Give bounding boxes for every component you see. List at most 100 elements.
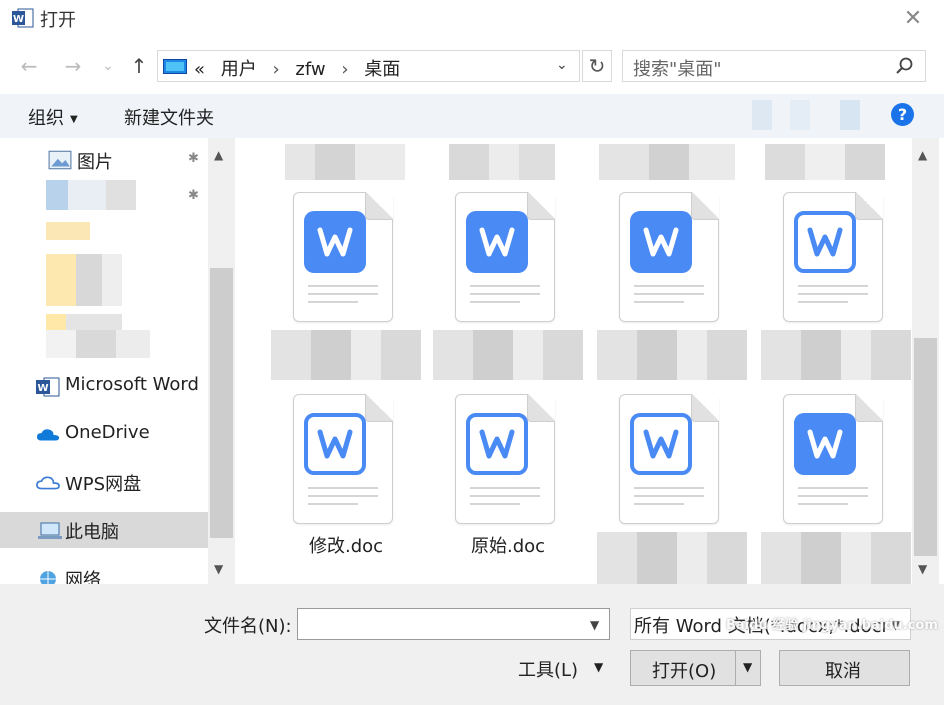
- file-item[interactable]: [761, 394, 912, 584]
- file-item[interactable]: [433, 192, 593, 382]
- breadcrumb-overflow[interactable]: «: [194, 59, 205, 80]
- doc-text-line: [470, 503, 520, 505]
- address-bar[interactable]: « 用户 › zfw › 桌面: [157, 50, 580, 82]
- content-scrollbar[interactable]: ▲ ▼: [912, 138, 939, 584]
- back-button[interactable]: ←: [16, 52, 42, 80]
- doc-text-line: [634, 285, 704, 287]
- open-button[interactable]: 打开(O) ▼: [630, 650, 761, 686]
- doc-text-line: [798, 285, 868, 287]
- computer-icon: [38, 522, 62, 539]
- chevron-down-icon[interactable]: ▼: [590, 618, 599, 632]
- sidebar-item-network[interactable]: 网络: [0, 560, 208, 584]
- search-box[interactable]: 搜索"桌面": [622, 50, 926, 82]
- sidebar-scroll-thumb[interactable]: [210, 268, 233, 538]
- word-icon: W: [36, 377, 60, 397]
- scroll-up-icon[interactable]: ▲: [918, 148, 927, 162]
- file-item[interactable]: 原始.doc: [433, 394, 593, 584]
- open-button-label: 打开(O): [652, 661, 717, 682]
- scroll-down-icon[interactable]: ▼: [918, 562, 927, 576]
- redacted-file-name: [597, 532, 747, 584]
- navigation-pane: 图片 ✱ ✱ W Microsoft Word OneDrive WPS网盘 此…: [0, 138, 235, 584]
- redacted-file-name: [761, 330, 911, 380]
- redacted-file-label[interactable]: [449, 144, 555, 180]
- search-placeholder: 搜索"桌面": [633, 59, 722, 80]
- file-item[interactable]: [597, 394, 757, 584]
- redacted-item[interactable]: [46, 180, 136, 210]
- doc-text-line: [634, 293, 704, 295]
- breadcrumb-item-desktop[interactable]: 桌面: [364, 59, 400, 80]
- page-fold: [365, 394, 393, 422]
- redacted-file-label[interactable]: [285, 144, 405, 180]
- sidebar-item-this-pc[interactable]: 此电脑: [0, 512, 208, 548]
- new-folder-button[interactable]: 新建文件夹: [124, 104, 214, 130]
- breadcrumb-separator[interactable]: ›: [272, 59, 279, 80]
- doc-text-line: [308, 301, 358, 303]
- cancel-button[interactable]: 取消: [779, 650, 910, 686]
- up-button[interactable]: ↑: [126, 52, 152, 80]
- breadcrumb-separator[interactable]: ›: [341, 59, 348, 80]
- sidebar-item-label: 此电脑: [65, 522, 119, 543]
- filename-input[interactable]: ▼: [297, 608, 610, 640]
- doc-text-line: [634, 487, 704, 489]
- scroll-up-icon[interactable]: ▲: [214, 148, 223, 162]
- sidebar-item-label: 网络: [65, 570, 101, 584]
- doc-text-line: [470, 285, 540, 287]
- search-icon[interactable]: [895, 56, 915, 76]
- file-item[interactable]: [271, 192, 431, 382]
- w-badge-icon: [630, 211, 692, 273]
- pin-icon: ✱: [188, 151, 199, 166]
- doc-text-line: [308, 487, 378, 489]
- open-options-button[interactable]: ▼: [735, 651, 761, 685]
- sidebar-scrollbar[interactable]: ▲ ▼: [208, 138, 235, 584]
- help-icon[interactable]: ?: [891, 103, 914, 126]
- redacted-file-label[interactable]: [599, 144, 735, 180]
- redacted-file-name: [433, 330, 583, 380]
- file-item[interactable]: [761, 192, 912, 382]
- sidebar-item-wps-cloud[interactable]: WPS网盘: [0, 464, 208, 500]
- word-document-icon: [455, 394, 555, 524]
- scroll-down-icon[interactable]: ▼: [214, 562, 223, 576]
- sidebar-item-onedrive[interactable]: OneDrive: [0, 416, 208, 452]
- doc-text-line: [798, 495, 868, 497]
- doc-text-line: [470, 293, 540, 295]
- file-name: 修改.doc: [308, 536, 384, 557]
- caret-down-icon[interactable]: ▼: [594, 660, 603, 674]
- address-history-chevron-icon[interactable]: ⌄: [556, 57, 568, 73]
- redacted-file-label[interactable]: [765, 144, 885, 180]
- filename-label: 文件名(N):: [204, 616, 292, 637]
- sidebar-item-pictures[interactable]: 图片 ✱: [0, 142, 208, 178]
- caret-down-icon: ▼: [743, 660, 753, 674]
- redacted-item[interactable]: [46, 330, 150, 358]
- doc-text-line: [470, 301, 520, 303]
- dialog-title: 打开: [40, 10, 76, 31]
- w-badge-icon: [466, 211, 528, 273]
- organize-menu[interactable]: 组织 ▼: [28, 104, 78, 130]
- page-fold: [527, 192, 555, 220]
- onedrive-icon: [36, 429, 60, 441]
- w-badge-icon: [794, 413, 856, 475]
- content-scroll-thumb[interactable]: [914, 338, 937, 556]
- word-document-icon: [293, 192, 393, 322]
- breadcrumb: « 用户 › zfw › 桌面: [194, 55, 410, 81]
- w-badge-icon: [630, 413, 692, 475]
- file-item[interactable]: [597, 192, 757, 382]
- tools-menu[interactable]: 工具(L): [518, 656, 578, 682]
- breadcrumb-item-users[interactable]: 用户: [221, 59, 257, 80]
- doc-text-line: [798, 301, 848, 303]
- file-item[interactable]: 修改.doc: [271, 394, 431, 584]
- page-fold: [365, 192, 393, 220]
- sidebar-item-microsoft-word[interactable]: W Microsoft Word: [0, 368, 208, 404]
- page-fold: [527, 394, 555, 422]
- redacted-item[interactable]: [46, 254, 122, 306]
- close-button[interactable]: ✕: [898, 4, 928, 34]
- recent-locations-button[interactable]: ⌄: [98, 52, 118, 80]
- file-name: 原始.doc: [470, 536, 546, 557]
- file-list-view: 修改.doc 原始.doc: [235, 138, 912, 584]
- redacted-item[interactable]: [46, 222, 90, 240]
- refresh-button[interactable]: ↻: [582, 50, 612, 82]
- caret-down-icon: ▼: [70, 113, 78, 125]
- breadcrumb-item-zfw[interactable]: zfw: [295, 59, 325, 80]
- organize-label: 组织: [28, 108, 64, 129]
- view-options-redacted[interactable]: [752, 100, 878, 130]
- forward-button[interactable]: →: [60, 52, 86, 80]
